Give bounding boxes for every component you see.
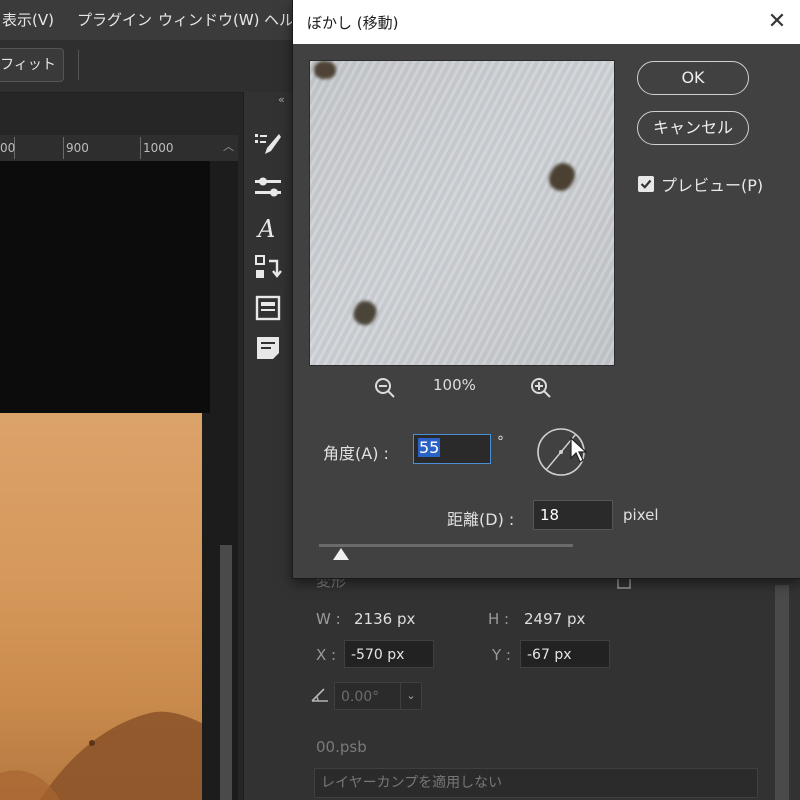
close-icon[interactable]: ✕ xyxy=(761,6,793,38)
layers-comp-icon[interactable] xyxy=(253,293,283,323)
menu-plugins[interactable]: プラグイン xyxy=(77,9,152,30)
menu-window[interactable]: ウィンドウ(W) xyxy=(158,9,260,30)
svg-text:A: A xyxy=(256,215,275,242)
zoom-level: 100% xyxy=(433,376,476,394)
ruler-label-2: 1000 xyxy=(143,141,174,155)
cursor-icon xyxy=(570,436,588,463)
zoom-in-icon[interactable] xyxy=(529,376,553,400)
sand-dune-shape xyxy=(0,711,202,800)
zoom-out-icon[interactable] xyxy=(373,376,397,400)
distance-slider-track[interactable] xyxy=(319,544,573,547)
distance-unit: pixel xyxy=(623,506,659,524)
properties-panel: 変形 W : 2136 px H : 2497 px X : -570 px Y… xyxy=(294,560,800,800)
width-label: W : xyxy=(316,610,341,628)
layer-comp-select[interactable]: レイヤーカンプを適用しない xyxy=(314,768,758,798)
rotation-field[interactable]: 0.00° xyxy=(334,682,402,710)
angle-input[interactable]: 55 xyxy=(413,434,491,464)
filter-preview[interactable] xyxy=(309,60,615,366)
distance-slider-thumb[interactable] xyxy=(333,548,349,560)
filename-label: 00.psb xyxy=(316,738,367,756)
angle-icon xyxy=(311,688,328,702)
fit-screen-button[interactable]: フィット xyxy=(0,48,64,82)
checkbox-checked-icon[interactable] xyxy=(638,176,654,192)
x-position-field[interactable]: -570 px xyxy=(344,640,434,668)
character-icon[interactable]: A xyxy=(253,212,283,242)
motion-blur-dialog: ぼかし (移動) ✕ 100% OK キャンセル プレビュー(P) 角度(A) … xyxy=(292,0,800,579)
chevron-up-icon: ︿ xyxy=(223,140,234,153)
width-value: 2136 px xyxy=(354,610,416,628)
horizontal-ruler: 00 900 1000 ︿ xyxy=(0,135,238,162)
distance-label: 距離(D) : xyxy=(447,510,515,529)
preview-spot xyxy=(544,158,580,196)
height-value: 2497 px xyxy=(524,610,586,628)
distance-input[interactable]: 18 xyxy=(533,500,613,530)
menu-help[interactable]: ヘル xyxy=(264,9,294,30)
dialog-title: ぼかし (移動) xyxy=(307,14,399,32)
preview-spot xyxy=(314,61,336,79)
preview-spot xyxy=(349,297,381,329)
ruler-label-1: 900 xyxy=(66,141,89,155)
notes-icon[interactable] xyxy=(253,333,283,363)
adjustments-icon[interactable] xyxy=(253,172,283,202)
y-label: Y : xyxy=(492,646,511,664)
preview-checkbox-label[interactable]: プレビュー(P) xyxy=(661,172,763,196)
height-label: H : xyxy=(488,610,510,628)
collapse-panels-icon[interactable]: « xyxy=(278,93,285,106)
degree-symbol: ° xyxy=(497,434,504,450)
cancel-button[interactable]: キャンセル xyxy=(637,111,749,145)
history-icon[interactable] xyxy=(253,253,283,283)
properties-scrollbar[interactable] xyxy=(775,585,789,800)
options-divider xyxy=(78,50,79,80)
y-position-field[interactable]: -67 px xyxy=(520,640,610,668)
angle-value: 55 xyxy=(418,438,441,457)
ruler-label-0: 00 xyxy=(0,141,16,155)
brush-settings-icon[interactable] xyxy=(253,130,283,160)
canvas-dark-region xyxy=(0,161,210,413)
x-label: X : xyxy=(316,646,337,664)
ok-button[interactable]: OK xyxy=(637,61,749,95)
canvas-image[interactable] xyxy=(0,413,202,800)
menu-view[interactable]: 表示(V) xyxy=(2,9,54,30)
chevron-down-icon[interactable]: ⌄ xyxy=(400,682,422,710)
canvas-scrollbar[interactable] xyxy=(220,545,232,800)
dialog-titlebar: ぼかし (移動) ✕ xyxy=(293,0,800,44)
angle-label: 角度(A) : xyxy=(323,444,389,463)
